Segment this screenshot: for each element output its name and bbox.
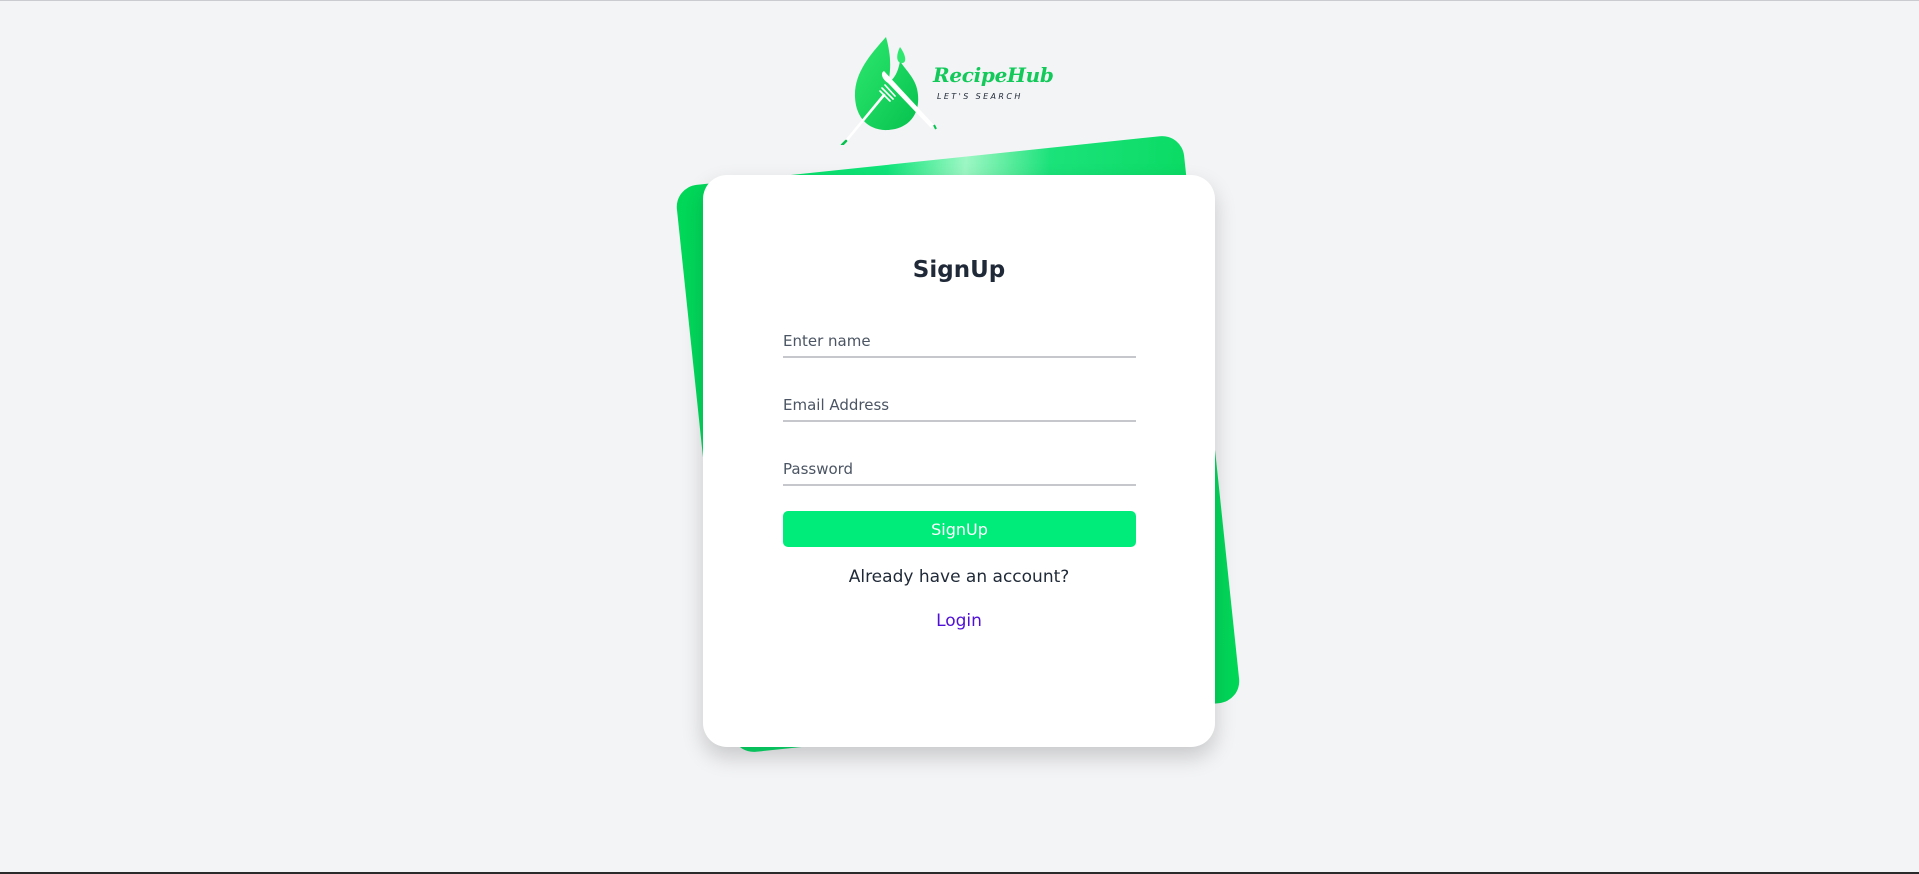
signup-title: SignUp <box>912 257 1006 283</box>
name-input[interactable] <box>783 326 1136 358</box>
login-link[interactable]: Login <box>703 611 1215 631</box>
signup-button[interactable]: SignUp <box>783 511 1136 547</box>
password-input[interactable] <box>783 454 1136 486</box>
have-account-text: Already have an account? <box>848 567 1070 587</box>
brand-logo: RecipeHub LET'S SEARCH <box>840 33 1054 145</box>
signup-page: RecipeHub LET'S SEARCH SignUp SignUp Alr… <box>0 0 1919 874</box>
email-input[interactable] <box>783 390 1136 422</box>
flame-fork-knife-icon <box>840 37 937 145</box>
brand-name: RecipeHub <box>933 63 1054 87</box>
brand-tagline: LET'S SEARCH <box>937 92 1023 101</box>
signup-card: SignUp SignUp Already have an account? L… <box>703 175 1215 747</box>
